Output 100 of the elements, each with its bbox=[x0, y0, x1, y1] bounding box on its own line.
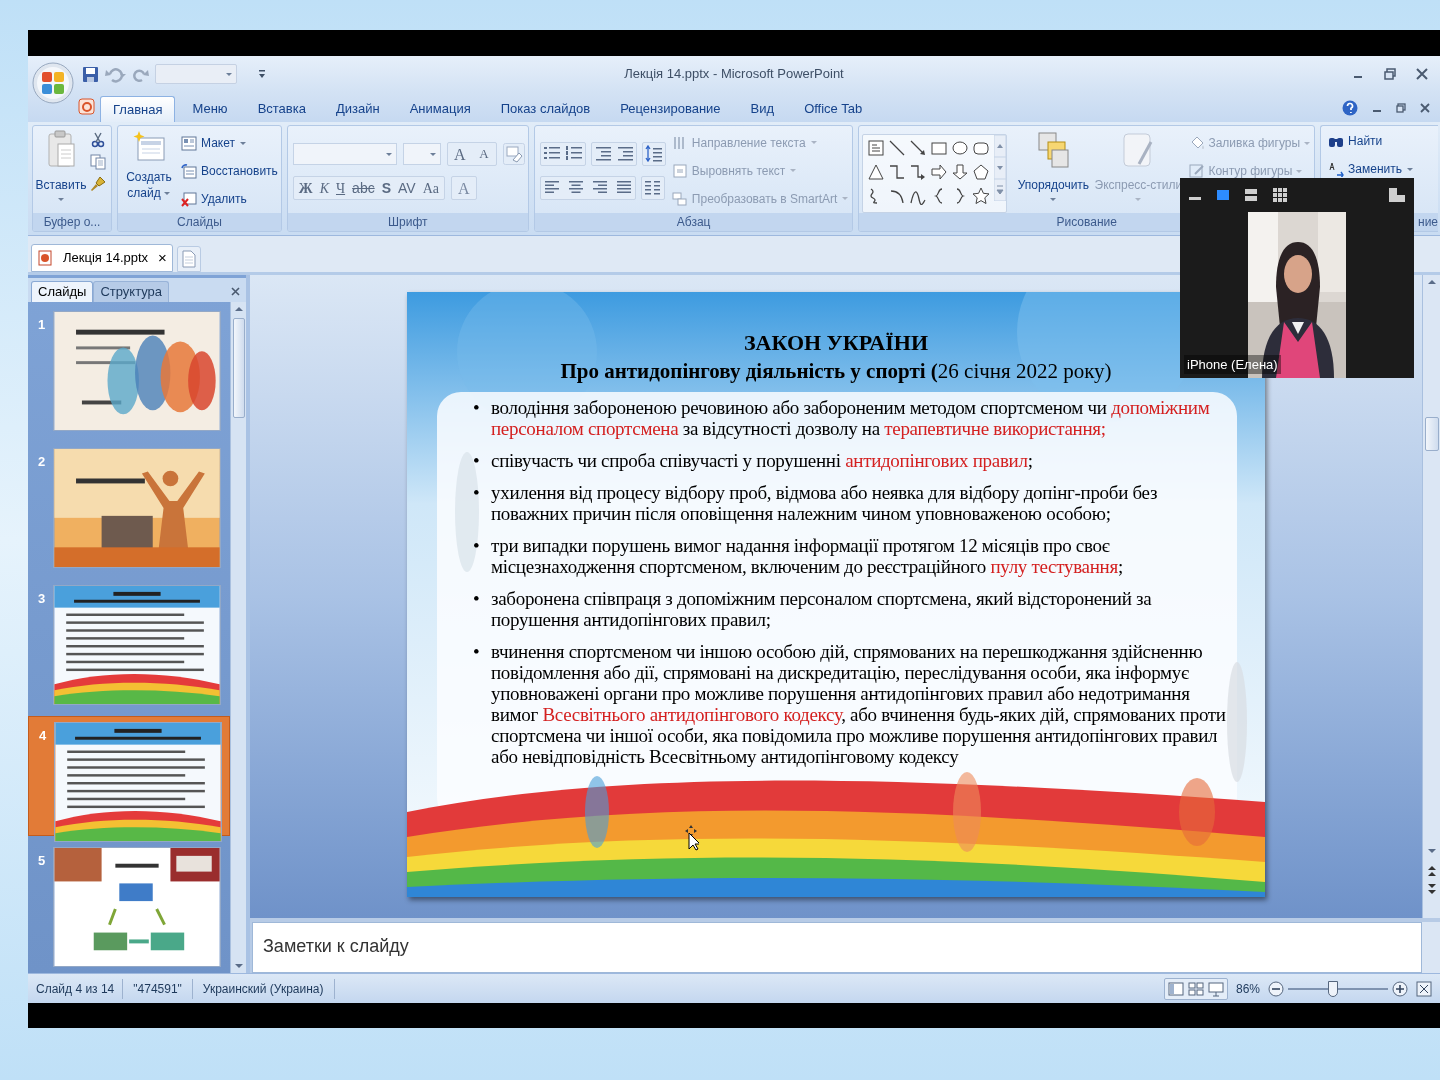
office-logo-icon[interactable] bbox=[32, 62, 74, 104]
arrange-button[interactable]: Упорядочить bbox=[1013, 130, 1094, 213]
new-slide-button[interactable]: Создать слайд bbox=[121, 130, 177, 213]
slide-subtitle: Про антидопінгову діяльність у спорті (26 січня 2022 року) bbox=[560, 358, 1112, 384]
powerpoint-file-icon bbox=[37, 250, 53, 266]
zoom-level[interactable]: 86% bbox=[1227, 979, 1268, 998]
zoom-slider[interactable] bbox=[1288, 980, 1388, 997]
zoom-in-icon[interactable] bbox=[1392, 980, 1408, 997]
columns-icon[interactable] bbox=[642, 178, 663, 198]
list-view-icon[interactable] bbox=[1244, 188, 1258, 202]
normal-view-icon[interactable] bbox=[1167, 980, 1184, 997]
layout-icon bbox=[181, 135, 197, 151]
dropdown-caret-icon bbox=[428, 151, 437, 157]
grid-view-icon[interactable] bbox=[1272, 187, 1288, 203]
ribbon-command[interactable]: Найти bbox=[1328, 131, 1414, 151]
save-icon[interactable] bbox=[82, 65, 99, 83]
bullet-point: • bbox=[473, 641, 481, 664]
oval-icon[interactable] bbox=[951, 139, 970, 157]
ribbon-tab[interactable]: Рецензирование bbox=[607, 96, 734, 122]
pentagon-icon[interactable] bbox=[972, 163, 991, 181]
font-name-field[interactable] bbox=[292, 143, 397, 165]
notes-panel[interactable]: Заметки к слайду bbox=[252, 922, 1422, 973]
bullet-text: співучасть чи спроба співучасті у порушенні антидопінгових правил; bbox=[491, 450, 1033, 471]
star-icon[interactable] bbox=[972, 187, 991, 205]
delete-slide-icon bbox=[181, 191, 197, 207]
line-spacing-icon[interactable] bbox=[643, 144, 664, 164]
pen-outline-icon bbox=[1189, 163, 1206, 179]
group-label: Слайды bbox=[177, 214, 222, 231]
close-icon[interactable] bbox=[1416, 68, 1428, 80]
caret-icon bbox=[238, 140, 247, 146]
bullet-text: ухилення від процесу відбору проб, відмова або неявка для відбору допінг-проби без поважних причин після оповіщення належним чином уповноваженою особою; bbox=[491, 482, 1159, 524]
scrollbar-thumb[interactable] bbox=[232, 318, 245, 418]
caret-icon bbox=[162, 190, 171, 196]
square-view-icon[interactable] bbox=[1216, 188, 1230, 202]
dropdown-caret-icon bbox=[384, 151, 393, 157]
arrow-line-icon[interactable] bbox=[909, 139, 928, 157]
format-button[interactable]: Ч bbox=[333, 177, 349, 199]
scrollbar-thumb[interactable] bbox=[1424, 417, 1439, 451]
panel-tab[interactable]: Слайды bbox=[31, 281, 94, 302]
document-tab[interactable]: Лекція 14.pptx × bbox=[31, 244, 173, 272]
group-label: Буфер о... bbox=[43, 214, 101, 231]
caret-icon bbox=[841, 196, 850, 201]
restore-icon[interactable] bbox=[1396, 103, 1406, 113]
format-button[interactable]: Aa bbox=[419, 177, 442, 199]
restore-icon[interactable] bbox=[1384, 68, 1396, 80]
bullet-point: • bbox=[473, 482, 481, 505]
ribbon-tab[interactable]: Вставка bbox=[244, 96, 319, 122]
ribbon-tab[interactable]: Главная bbox=[100, 96, 176, 122]
right-arrow-icon[interactable] bbox=[930, 163, 949, 181]
down-arrow-icon[interactable] bbox=[951, 163, 970, 181]
slider-thumb[interactable] bbox=[1328, 980, 1338, 997]
slide-sorter-icon[interactable] bbox=[1187, 980, 1204, 997]
font-size-field[interactable] bbox=[402, 143, 441, 165]
format-button[interactable]: К bbox=[316, 177, 332, 199]
ribbon-tab[interactable]: Анимация bbox=[396, 96, 484, 122]
ribbon-command[interactable]: Макет bbox=[181, 132, 278, 154]
group-label: ние bbox=[1418, 214, 1439, 231]
group-label: Шрифт bbox=[388, 214, 428, 231]
ribbon-command[interactable]: Удалить bbox=[181, 188, 278, 210]
close-tab-button[interactable]: × bbox=[158, 246, 167, 270]
language-status[interactable]: Украинский (Украина) bbox=[192, 979, 334, 998]
office-tab-icon[interactable] bbox=[78, 98, 95, 115]
ribbon-tab[interactable]: Вид bbox=[737, 96, 788, 122]
line-icon[interactable] bbox=[888, 139, 907, 157]
ribbon-command[interactable]: Заменить bbox=[1328, 159, 1414, 179]
rounded-rectangle-icon[interactable] bbox=[972, 139, 991, 157]
paintbrush-icon[interactable] bbox=[90, 176, 106, 192]
format-button[interactable]: Ж bbox=[295, 177, 316, 199]
close-icon[interactable] bbox=[1420, 103, 1430, 113]
replace-icon bbox=[1328, 161, 1345, 177]
close-icon[interactable] bbox=[231, 287, 240, 296]
clipboard-icon bbox=[46, 130, 76, 170]
notes-field[interactable]: Заметки к слайду bbox=[263, 933, 1411, 960]
triangle-icon[interactable] bbox=[867, 163, 886, 181]
window-title: Лекція 14.pptx - Microsoft PowerPoint bbox=[624, 66, 844, 82]
help-icon[interactable] bbox=[1342, 100, 1358, 116]
bullet-point: • bbox=[473, 450, 481, 471]
scissors-icon[interactable] bbox=[90, 132, 106, 148]
ribbon-tab[interactable]: Office Tab bbox=[791, 96, 876, 122]
customize-toolbar-icon[interactable] bbox=[257, 68, 267, 80]
format-button[interactable]: S bbox=[378, 177, 394, 199]
copy-icon[interactable] bbox=[90, 154, 106, 170]
ribbon-tab[interactable]: Меню bbox=[179, 96, 241, 122]
ribbon-command[interactable]: Восстановить bbox=[181, 160, 278, 182]
grow-font-button[interactable]: A bbox=[447, 143, 472, 165]
elbow-connector-icon[interactable] bbox=[888, 163, 907, 181]
format-button[interactable]: AV bbox=[395, 177, 419, 199]
fit-to-window-icon[interactable] bbox=[1416, 980, 1432, 997]
ribbon-tab[interactable]: Показ слайдов bbox=[487, 96, 604, 122]
zoom-out-icon[interactable] bbox=[1268, 980, 1284, 997]
bullet-text: володіння забороненою речовиною або забороненим методом спортсменом чи допоміжним персоналом спортсмена за відсутності дозволу на терапевтичне використання; bbox=[491, 397, 1211, 439]
paste-button[interactable]: Вставить bbox=[36, 130, 86, 213]
bullet-point: • bbox=[473, 397, 481, 420]
caret-icon bbox=[789, 168, 798, 173]
ribbon-tab[interactable]: Дизайн bbox=[322, 96, 393, 122]
format-button[interactable]: abc bbox=[349, 177, 378, 199]
panel-tab[interactable]: Структура bbox=[93, 281, 170, 302]
arc-icon[interactable] bbox=[888, 187, 907, 205]
slideshow-icon[interactable] bbox=[1207, 980, 1224, 997]
shrink-font-button[interactable]: A bbox=[471, 143, 496, 165]
